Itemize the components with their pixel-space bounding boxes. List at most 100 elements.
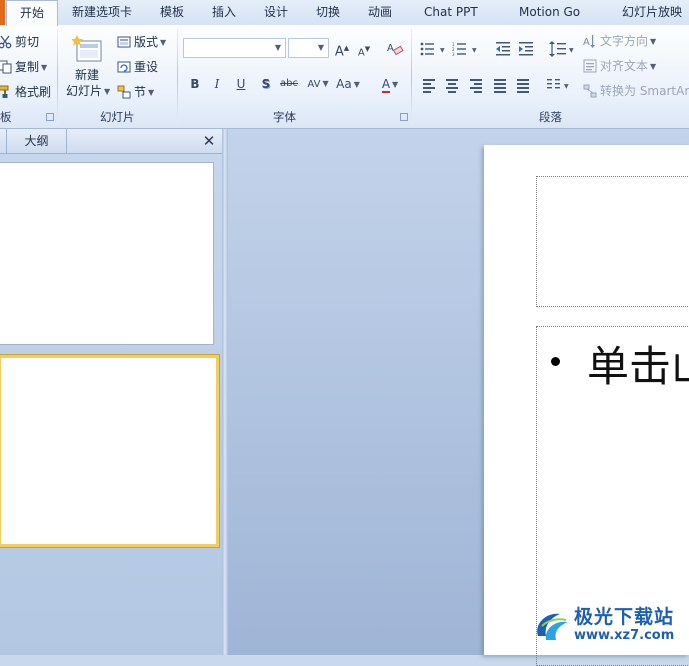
- align-left-icon[interactable]: [421, 77, 437, 93]
- underline-button[interactable]: U: [231, 75, 251, 93]
- slide-thumbnail-1[interactable]: [0, 162, 214, 345]
- change-case-button[interactable]: Aa ▼: [336, 75, 360, 93]
- reset-label: 重设: [134, 60, 159, 74]
- watermark-logo: 极光下载站 www.xz7.com: [530, 600, 689, 652]
- shrink-font-label: A: [357, 47, 365, 59]
- text-direction-icon: A: [583, 34, 595, 48]
- copy-icon: [0, 60, 12, 73]
- align-text-dropdown-icon: ▼: [650, 61, 657, 71]
- new-slide-dropdown-icon[interactable]: ▼: [104, 87, 110, 96]
- cut-label: 剪切: [15, 35, 40, 49]
- group-divider: [177, 29, 178, 125]
- char-spacing-dropdown-icon: ▼: [322, 79, 329, 88]
- distributed-icon[interactable]: [515, 77, 531, 93]
- cut-button[interactable]: 剪切: [0, 33, 39, 51]
- text-direction-button[interactable]: A 文字方向 ▼: [583, 32, 656, 51]
- font-color-button[interactable]: A ▼: [375, 75, 405, 93]
- font-size-dropdown-icon[interactable]: ▼: [314, 39, 328, 57]
- font-name-combo[interactable]: ▼: [183, 38, 286, 58]
- tab-slides-thumbnails[interactable]: [0, 129, 7, 153]
- font-name-dropdown-icon[interactable]: ▼: [271, 39, 285, 57]
- reset-icon: [117, 61, 131, 72]
- section-button[interactable]: 节 ▼: [117, 83, 154, 102]
- tab-outline[interactable]: 大纲: [7, 129, 67, 153]
- svg-text:▼: ▼: [564, 83, 569, 90]
- bullets-icon[interactable]: ▼: [420, 42, 448, 56]
- font-size-combo[interactable]: ▼: [288, 38, 329, 58]
- title-placeholder[interactable]: [536, 176, 689, 307]
- numbering-icon[interactable]: 123▼: [452, 42, 480, 56]
- section-dropdown-icon[interactable]: ▼: [148, 88, 154, 97]
- tab-templates[interactable]: 模板: [160, 0, 184, 25]
- tab-animations[interactable]: 动画: [368, 0, 392, 25]
- convert-smartart-button[interactable]: 转换为 SmartAr: [583, 82, 689, 100]
- font-dialog-launcher[interactable]: [400, 113, 408, 121]
- font-color-label: A: [381, 77, 391, 93]
- clipboard-dialog-launcher[interactable]: [46, 113, 54, 121]
- new-slide-label-2: 幻灯片: [66, 84, 103, 98]
- tab-chatppt[interactable]: Chat PPT: [424, 0, 478, 25]
- copy-dropdown-icon[interactable]: ▼: [41, 63, 47, 72]
- tab-insert[interactable]: 插入: [212, 0, 236, 25]
- line-spacing-icon[interactable]: ▼: [549, 41, 577, 57]
- font-color-dropdown-icon: ▼: [392, 79, 399, 89]
- tab-motion-go[interactable]: Motion Go: [519, 0, 580, 25]
- section-label: 节: [134, 85, 147, 99]
- change-case-label: Aa: [336, 77, 352, 91]
- align-text-button[interactable]: 对齐文本 ▼: [583, 57, 656, 76]
- content-placeholder-text: 单击山: [587, 342, 689, 391]
- new-slide-icon: [72, 35, 102, 62]
- svg-text:▼: ▼: [569, 47, 574, 54]
- grow-font-button[interactable]: A▲: [332, 39, 352, 59]
- tab-home[interactable]: 开始: [6, 0, 58, 26]
- clipboard-group-label: 板: [0, 110, 12, 124]
- justify-icon[interactable]: [492, 77, 508, 93]
- tab-slideshow[interactable]: 幻灯片放映: [622, 0, 682, 25]
- svg-text:A: A: [387, 43, 394, 54]
- watermark-name: 极光下载站: [574, 606, 675, 628]
- copy-button[interactable]: 复制 ▼: [0, 58, 47, 77]
- svg-text:A: A: [583, 37, 590, 48]
- paragraph-group-label: 段落: [539, 110, 562, 124]
- slides-pane-header: 大纲 ✕: [0, 129, 222, 154]
- clear-formatting-icon[interactable]: A: [386, 39, 404, 57]
- slide-thumbnail-2[interactable]: [0, 354, 220, 548]
- layout-label: 版式: [134, 35, 159, 49]
- change-case-dropdown-icon: ▼: [353, 79, 360, 89]
- layout-button[interactable]: 版式 ▼: [117, 33, 166, 52]
- group-divider: [411, 29, 412, 125]
- char-spacing-button[interactable]: AV ▼: [306, 75, 330, 93]
- tab-transitions[interactable]: 切换: [316, 0, 340, 25]
- align-center-icon[interactable]: [444, 77, 460, 93]
- slides-pane: [0, 154, 222, 655]
- format-painter-button[interactable]: 格式刷: [0, 83, 51, 101]
- char-spacing-label: AV: [307, 79, 321, 90]
- grow-arrow-icon: ▲: [343, 44, 350, 52]
- align-right-icon[interactable]: [468, 77, 484, 93]
- slide-editing-area: 单击山: [228, 129, 689, 666]
- ribbon-tab-bar: 开始 新建选项卡 模板 插入 设计 切换 动画 Chat PPT Motion …: [0, 0, 689, 26]
- font-group-label: 字体: [273, 110, 296, 124]
- file-tab-edge[interactable]: [0, 0, 5, 25]
- close-icon[interactable]: ✕: [200, 131, 218, 151]
- tab-new-tab[interactable]: 新建选项卡: [72, 0, 132, 25]
- shrink-font-button[interactable]: A▼: [354, 40, 374, 58]
- increase-indent-icon[interactable]: [519, 42, 535, 56]
- smartart-icon: [583, 84, 597, 97]
- aurora-logo-icon: [537, 613, 568, 640]
- paintbrush-icon: [0, 85, 9, 98]
- columns-icon[interactable]: ▼: [546, 77, 574, 93]
- bold-button[interactable]: B: [185, 75, 205, 93]
- layout-icon: [117, 36, 131, 47]
- new-slide-button[interactable]: 幻灯片 ▼: [66, 82, 110, 101]
- text-shadow-button[interactable]: S: [256, 75, 276, 93]
- tab-design[interactable]: 设计: [264, 0, 288, 25]
- decrease-indent-icon[interactable]: [496, 42, 512, 56]
- slide-canvas: 单击山: [484, 145, 689, 666]
- reset-button[interactable]: 重设: [117, 58, 158, 76]
- text-direction-label: 文字方向: [600, 34, 649, 48]
- text-direction-dropdown-icon: ▼: [650, 36, 657, 46]
- layout-dropdown-icon[interactable]: ▼: [160, 38, 166, 47]
- strikethrough-button[interactable]: abc: [279, 75, 299, 93]
- italic-button[interactable]: I: [207, 75, 227, 93]
